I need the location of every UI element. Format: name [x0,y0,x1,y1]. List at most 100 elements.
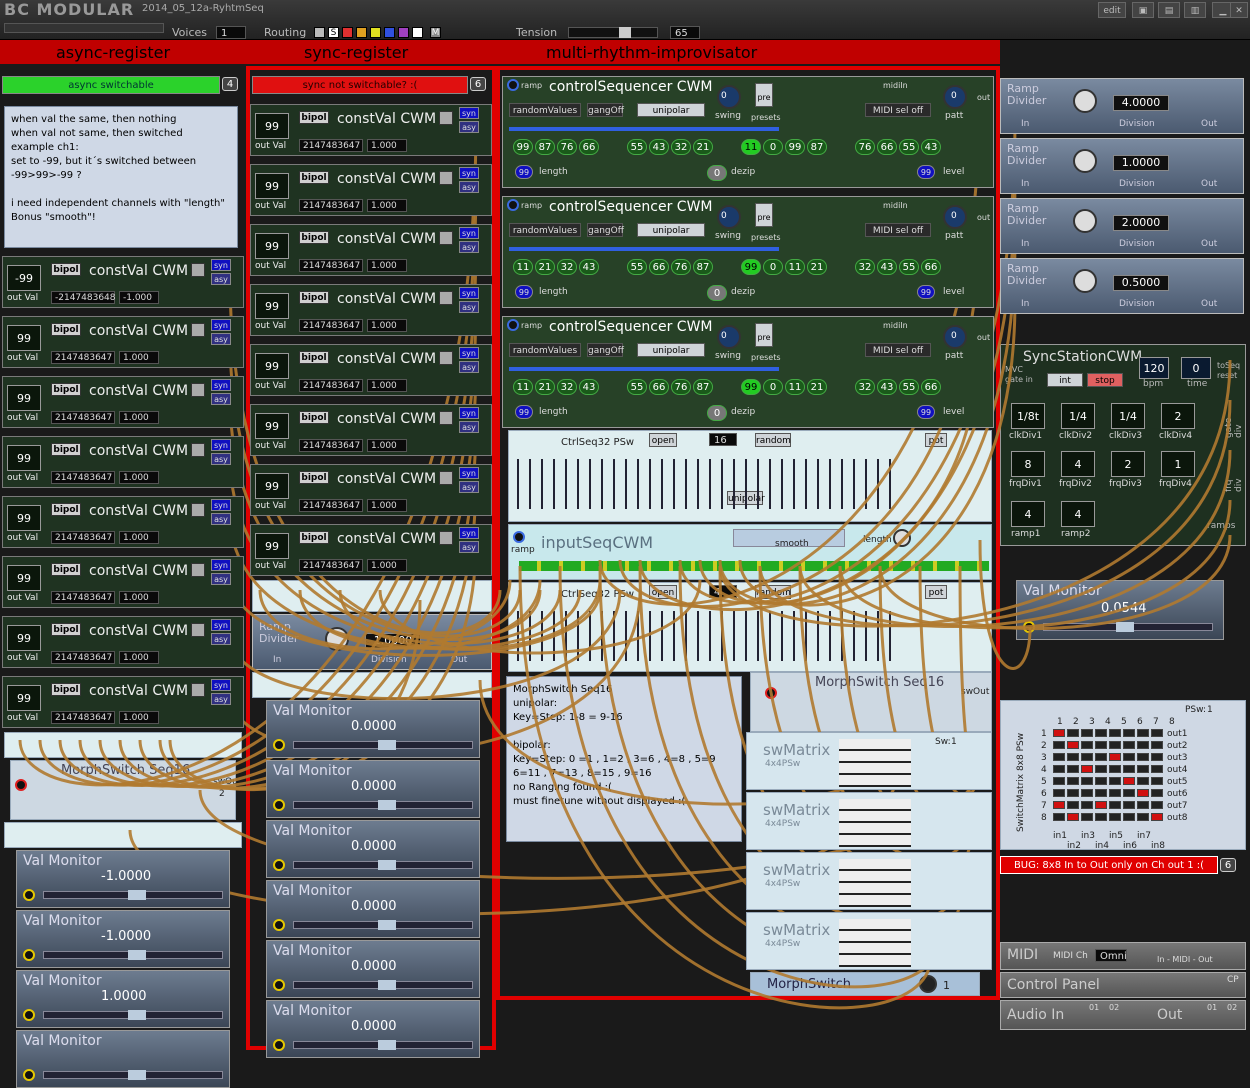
seq-step-15[interactable]: 43 [921,139,941,155]
swm8-cell[interactable] [1151,801,1163,809]
seq-ramp-jack[interactable] [507,319,519,331]
mid-valmon-jack[interactable] [273,1039,285,1051]
sync-int-button[interactable]: int [1047,373,1083,387]
right-ramp-value[interactable]: 1.0000 [1113,155,1169,171]
seq-step-14[interactable]: 55 [899,139,919,155]
ctrlseq-2-pot[interactable]: pot [925,585,947,599]
left-asy-button[interactable]: asy [211,513,231,525]
swm8-cell[interactable] [1095,789,1107,797]
seq-step-2[interactable]: 32 [557,259,577,275]
swm8-cell[interactable] [1067,813,1079,821]
swm8-cell[interactable] [1137,765,1149,773]
left-asy-button[interactable]: asy [211,453,231,465]
mid-syn-button[interactable]: syn [459,227,479,239]
seq-ramp-jack[interactable] [507,79,519,91]
midi-omni[interactable]: Omni [1095,949,1127,962]
seq-step-8[interactable]: 99 [741,379,761,395]
edit-button[interactable]: edit [1098,2,1126,18]
swm8-cell[interactable] [1067,789,1079,797]
mid-constval-value[interactable]: 99 [255,353,289,379]
seq-unipolar-button[interactable]: unipolar [637,343,705,357]
swm8-cell[interactable] [1123,729,1135,737]
seq-step-13[interactable]: 66 [877,139,897,155]
left-save-icon[interactable] [191,563,205,577]
seq-step-8[interactable]: 11 [741,139,761,155]
swm8-cell[interactable] [1151,741,1163,749]
swm8-cell[interactable] [1123,753,1135,761]
mid-asy-button[interactable]: asy [459,361,479,373]
seq-pre-button[interactable]: pre [755,203,773,227]
mid-save-icon[interactable] [439,531,453,545]
seq-ramp-jack[interactable] [507,199,519,211]
seq-step-10[interactable]: 99 [785,139,805,155]
mid-save-icon[interactable] [439,231,453,245]
routing-swatch[interactable] [314,27,325,38]
seq-step-6[interactable]: 32 [671,139,691,155]
seq-step-6[interactable]: 76 [671,379,691,395]
sync-frq-0[interactable]: 8 [1011,451,1045,477]
seq-random-button[interactable]: randomValues [509,103,581,117]
swm8-cell[interactable] [1081,813,1093,821]
left-constval-value[interactable]: 99 [7,385,41,411]
routing-orange[interactable] [356,27,367,38]
seq-step-5[interactable]: 66 [649,379,669,395]
left-bipol-button[interactable]: bipol [51,383,81,396]
swm8-cell[interactable] [1053,777,1065,785]
left-save-icon[interactable] [191,683,205,697]
swm8-cell[interactable] [1095,765,1107,773]
swm8-cell[interactable] [1095,801,1107,809]
mid-asy-button[interactable]: asy [459,421,479,433]
swm8-cell[interactable] [1109,729,1121,737]
seq-step-1[interactable]: 87 [535,139,555,155]
left-asy-button[interactable]: asy [211,693,231,705]
swm8-cell[interactable] [1137,777,1149,785]
swm8-cell[interactable] [1123,813,1135,821]
left-constval-value[interactable]: 99 [7,325,41,351]
seq-dezip-knob[interactable]: 0 [707,405,727,421]
mid-constval-value[interactable]: 99 [255,533,289,559]
seq-dezip-knob[interactable]: 0 [707,165,727,181]
seq-step-1[interactable]: 21 [535,259,555,275]
swm8-cell[interactable] [1053,729,1065,737]
seq-step-6[interactable]: 76 [671,259,691,275]
left-morph-jack[interactable] [15,779,27,791]
ctrlseq-2-sliders[interactable] [517,611,897,661]
sync-bpm-value[interactable]: 120 [1139,357,1169,379]
seq-midisel-button[interactable]: MIDI sel off [865,343,931,357]
routing-purple[interactable] [398,27,409,38]
ctrlseq-1-sliders[interactable] [517,459,897,509]
seq-step-11[interactable]: 21 [807,379,827,395]
mid-asy-button[interactable]: asy [459,301,479,313]
left-syn-button[interactable]: syn [211,439,231,451]
sync-frq-2[interactable]: 2 [1111,451,1145,477]
seq-step-4[interactable]: 55 [627,139,647,155]
swm8-cell[interactable] [1067,753,1079,761]
sync-clk-0[interactable]: 1/8t [1011,403,1045,429]
left-constval-value[interactable]: -99 [7,265,41,291]
sync-stop-button[interactable]: stop [1087,373,1123,387]
seq-step-9[interactable]: 0 [763,139,783,155]
swm8-cell[interactable] [1067,801,1079,809]
seq-pre-button[interactable]: pre [755,83,773,107]
sync-ramp-0[interactable]: 4 [1011,501,1045,527]
seq-step-12[interactable]: 32 [855,379,875,395]
seq-length-value[interactable]: 99 [515,405,533,419]
mid-bipol-button[interactable]: bipol [299,171,329,184]
mid-syn-button[interactable]: syn [459,287,479,299]
seq-level-value[interactable]: 99 [917,165,935,179]
mid-save-icon[interactable] [439,351,453,365]
seq-unipolar-button[interactable]: unipolar [637,223,705,237]
left-syn-button[interactable]: syn [211,679,231,691]
right-ramp-value[interactable]: 4.0000 [1113,95,1169,111]
mid-asy-button[interactable]: asy [459,481,479,493]
sync-time-value[interactable]: 0 [1181,357,1211,379]
swm8-cell[interactable] [1067,777,1079,785]
swm8-cell[interactable] [1151,753,1163,761]
mid-syn-button[interactable]: syn [459,167,479,179]
voices-field[interactable]: 1 [216,26,246,39]
seq-step-0[interactable]: 11 [513,259,533,275]
master-slider[interactable] [4,23,164,33]
seq-step-4[interactable]: 55 [627,259,647,275]
left-save-icon[interactable] [191,443,205,457]
mid-valmon-jack[interactable] [273,979,285,991]
